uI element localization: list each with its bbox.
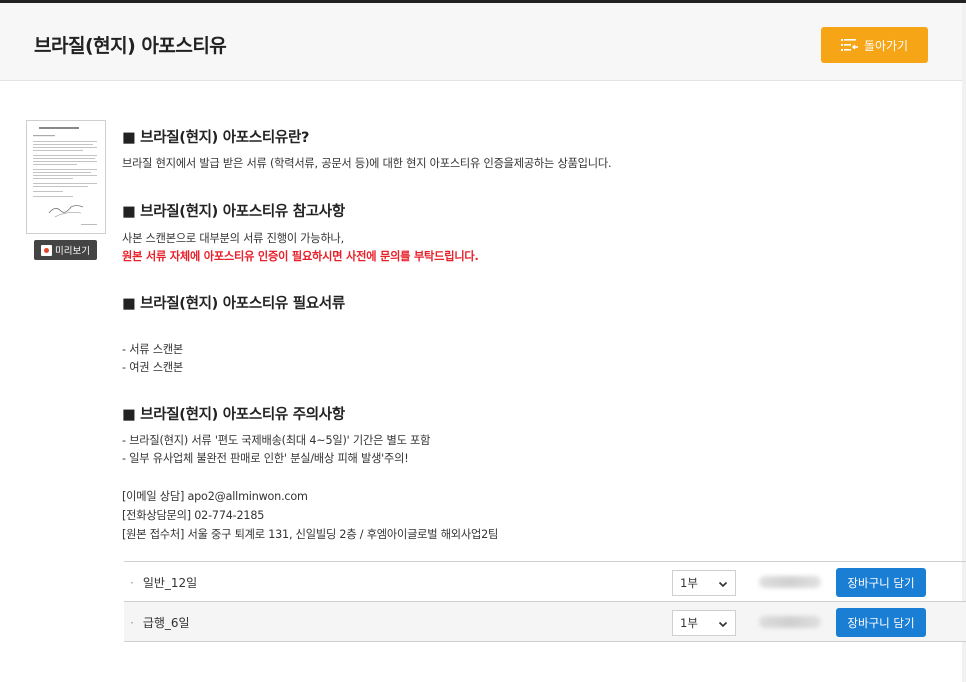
cautions-title: ■ 브라질(현지) 아포스티유 주의사항 — [122, 407, 345, 423]
preview-button[interactable]: 미리보기 — [34, 240, 97, 260]
option-name: 일반_12일 — [142, 576, 198, 590]
about-text: 브라질 현지에서 발급 받은 서류 (학력서류, 공문서 등)에 대한 현지 아… — [122, 157, 612, 170]
price-blurred — [759, 616, 821, 628]
price-blurred — [759, 576, 821, 588]
quantity-value: 1부 — [680, 576, 698, 590]
list-back-icon — [840, 38, 859, 52]
document-item: - 여권 스캔본 — [122, 361, 184, 374]
bullet: · — [130, 576, 134, 590]
chevron-down-icon — [718, 618, 728, 632]
back-button-label: 돌아가기 — [863, 38, 909, 53]
about-title: ■ 브라질(현지) 아포스티유란? — [122, 130, 310, 146]
document-preview-image — [33, 127, 97, 225]
add-to-cart-button[interactable]: 장바구니 담기 — [836, 608, 926, 637]
contact-phone: [전화상담문의] 02-774-2185 — [122, 509, 265, 522]
document-thumbnail[interactable] — [26, 120, 106, 234]
reference-warning: 원본 서류 자체에 아포스티유 인증이 필요하시면 사전에 문의를 부탁드립니다… — [122, 250, 479, 263]
back-button[interactable]: 돌아가기 — [821, 27, 928, 63]
option-row: · 일반_12일 1부 장바구니 담기 — [124, 561, 966, 601]
contact-address: [원본 접수처] 서울 중구 퇴계로 131, 신일빌딩 2층 / 후엠아이글로… — [122, 528, 499, 541]
add-to-cart-button[interactable]: 장바구니 담기 — [836, 568, 926, 597]
documents-title: ■ 브라질(현지) 아포스티유 필요서류 — [122, 296, 345, 312]
preview-button-label: 미리보기 — [55, 246, 90, 257]
reference-text: 사본 스캔본으로 대부분의 서류 진행이 가능하나, — [122, 232, 344, 245]
caution-item: - 일부 유사업체 불완전 판매로 인한' 분실/배상 피해 발생'주의! — [122, 452, 409, 465]
caution-item: - 브라질(현지) 서류 '편도 국제배송(최대 4~5일)' 기간은 별도 포… — [122, 434, 431, 447]
contact-email: [이메일 상담] apo2@allminwon.com — [122, 490, 308, 503]
quantity-value: 1부 — [680, 616, 698, 630]
image-icon — [41, 244, 53, 256]
option-row: · 급행_6일 1부 장바구니 담기 — [124, 601, 966, 642]
page-title: 브라질(현지) 아포스티유 — [34, 35, 227, 57]
page-header: 브라질(현지) 아포스티유 돌아가기 — [0, 3, 962, 81]
reference-title: ■ 브라질(현지) 아포스티유 참고사항 — [122, 204, 345, 220]
document-item: - 서류 스캔본 — [122, 343, 184, 356]
quantity-select[interactable]: 1부 — [672, 610, 736, 636]
bullet: · — [130, 616, 134, 630]
chevron-down-icon — [718, 578, 728, 592]
option-name: 급행_6일 — [142, 616, 190, 630]
quantity-select[interactable]: 1부 — [672, 570, 736, 596]
